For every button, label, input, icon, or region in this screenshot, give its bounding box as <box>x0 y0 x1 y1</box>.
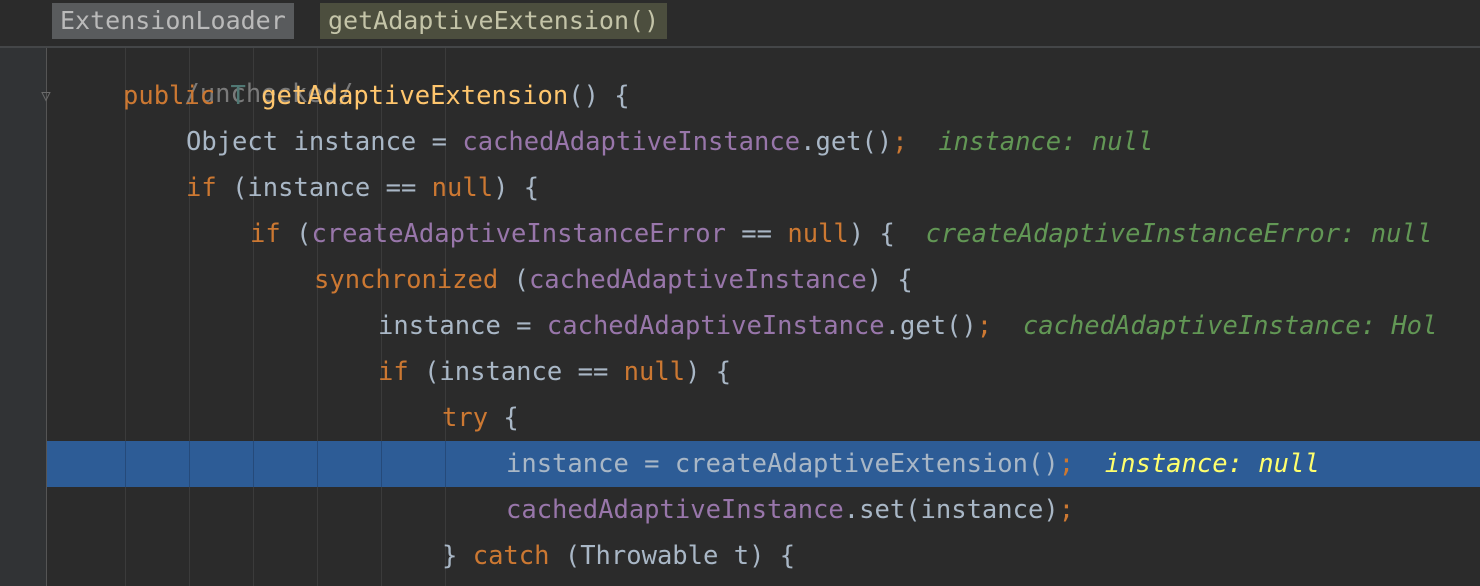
semicolon: ; <box>1058 495 1075 525</box>
code-text: ) { <box>848 219 895 249</box>
keyword: null <box>787 219 849 249</box>
code-line: Object instance = cachedAdaptiveInstance… <box>186 119 1480 165</box>
field-ref: cachedAdaptiveInstance <box>462 127 801 157</box>
keyword: if <box>186 173 217 203</box>
code-line: instance = cachedAdaptiveInstance.get();… <box>378 303 1480 349</box>
code-line: synchronized (cachedAdaptiveInstance) { <box>314 257 1480 303</box>
keyword: synchronized <box>314 265 499 295</box>
field-ref: cachedAdaptiveInstance <box>528 265 867 295</box>
code-text: { <box>488 403 519 433</box>
keyword: try <box>442 403 489 433</box>
breadcrumb-class[interactable]: ExtensionLoader <box>52 3 294 39</box>
code-text: .get() <box>884 311 977 341</box>
code-text: () { <box>568 81 630 111</box>
method-name: getAdaptiveExtension <box>261 81 569 111</box>
code-text: instance = createAdaptiveExtension() <box>506 449 1059 479</box>
code-line: if (createAdaptiveInstanceError == null)… <box>250 211 1480 257</box>
inline-debug-value: instance: null <box>1104 449 1320 479</box>
code-line: } catch (Throwable t) { <box>442 533 1480 579</box>
keyword: if <box>378 357 409 387</box>
semicolon: ; <box>892 127 908 157</box>
code-text: Object instance = <box>186 127 463 157</box>
code-text: ) { <box>493 173 540 203</box>
keyword: catch <box>472 541 550 571</box>
code-text: (instance == <box>408 357 624 387</box>
code-editor[interactable]: /unchecked/ public T getAdaptiveExtensio… <box>47 48 1480 586</box>
keyword: null <box>623 357 686 387</box>
inline-debug-value: createAdaptiveInstanceError: null <box>925 219 1433 249</box>
breadcrumb-method[interactable]: getAdaptiveExtension() <box>320 3 668 39</box>
code-line: if (instance == null) { <box>186 165 1480 211</box>
code-text: (instance == <box>216 173 432 203</box>
code-text: } <box>442 541 473 571</box>
code-line: try { <box>442 395 1480 441</box>
breadcrumb: ExtensionLoader getAdaptiveExtension() <box>0 0 1480 48</box>
code-line: if (instance == null) { <box>378 349 1480 395</box>
code-text: ) { <box>685 357 732 387</box>
field-ref: cachedAdaptiveInstance <box>506 495 844 525</box>
semicolon: ; <box>1058 449 1075 479</box>
inline-debug-value: instance: null <box>938 127 1154 157</box>
code-text: == <box>725 219 788 249</box>
code-text: .set(instance) <box>843 495 1059 525</box>
editor-gutter[interactable] <box>0 48 46 586</box>
code-text: instance = <box>378 311 547 341</box>
code-text: ( <box>498 265 529 295</box>
keyword: null <box>431 173 494 203</box>
keyword: public <box>123 81 216 111</box>
code-text: ( <box>280 219 312 249</box>
code-text: ) { <box>866 265 913 295</box>
code-text: (Throwable t) { <box>549 541 796 571</box>
inline-debug-value: cachedAdaptiveInstance: Hol <box>1022 311 1438 341</box>
current-execution-line[interactable]: instance = createAdaptiveExtension(); in… <box>47 441 1480 487</box>
code-line: cachedAdaptiveInstance.set(instance); <box>506 487 1480 533</box>
code-text: .get() <box>800 127 893 157</box>
code-line: /unchecked/ <box>123 48 1480 109</box>
semicolon: ; <box>976 311 993 341</box>
code-line: public T getAdaptiveExtension() { <box>123 73 1480 119</box>
field-ref: createAdaptiveInstanceError <box>311 219 726 249</box>
field-ref: cachedAdaptiveInstance <box>546 311 885 341</box>
type-param: T <box>230 81 246 111</box>
keyword: if <box>250 219 281 249</box>
